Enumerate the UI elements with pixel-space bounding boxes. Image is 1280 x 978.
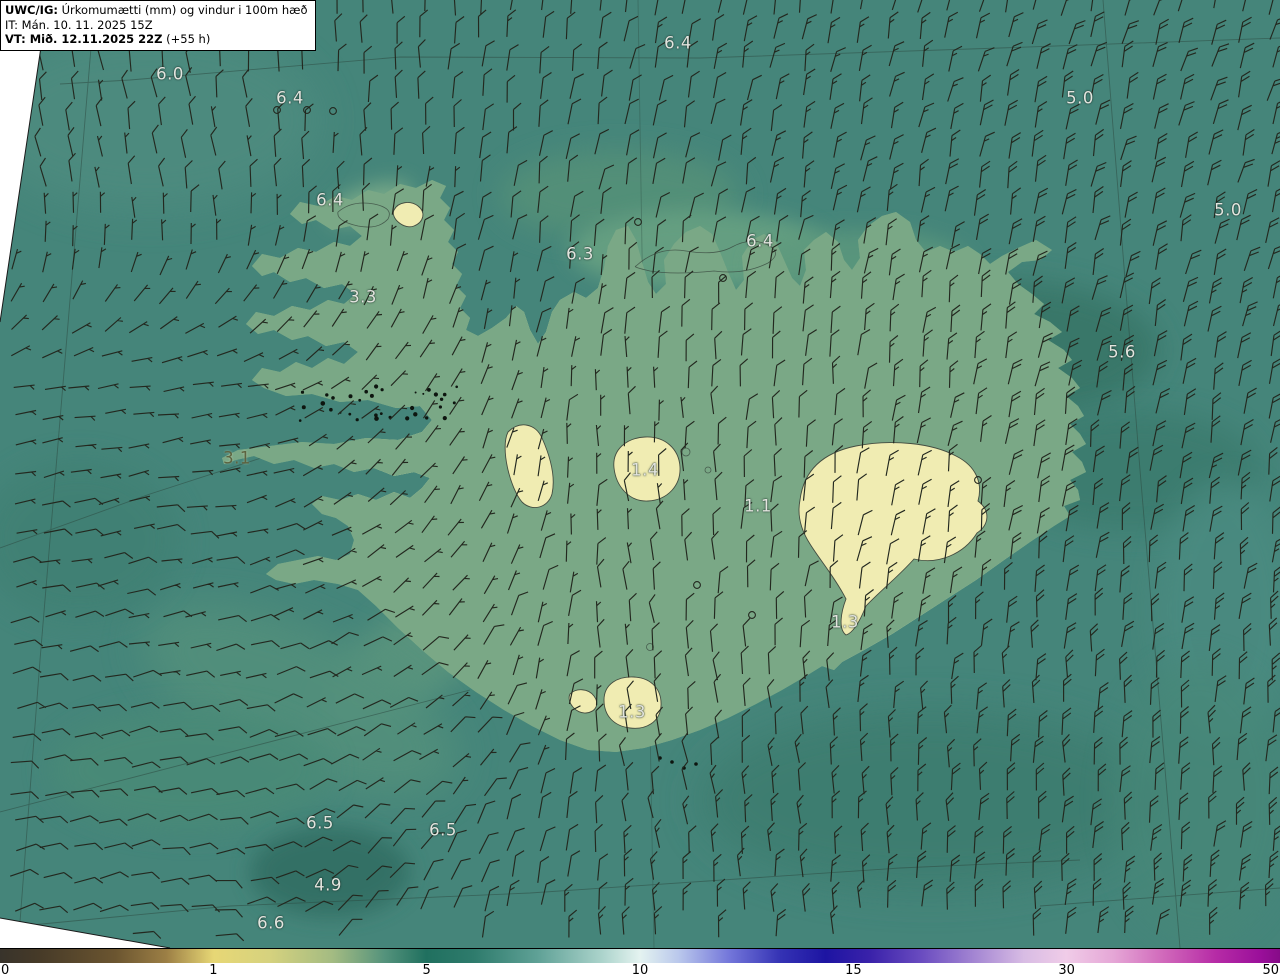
title-line-1: UWC/IG: Úrkomumætti (mm) og vindur i 100… [5, 3, 308, 17]
colorbar-tick-label: 10 [631, 963, 649, 978]
colorbar-tick-label: 30 [1058, 963, 1075, 978]
title-line-3: VT: Mið. 12.11.2025 22Z (+55 h) [5, 32, 211, 47]
colorbar-tick-label: 0 [1, 963, 10, 978]
colorbar-tick-label: 5 [422, 963, 431, 978]
colorbar-tick-label: 1 [209, 963, 218, 978]
map-canvas [0, 0, 1280, 948]
colorbar-tick-label: 50 [1262, 963, 1279, 978]
forecast-title-box: UWC/IG: Úrkomumætti (mm) og vindur i 100… [0, 0, 316, 52]
precipitation-colorbar [0, 948, 1280, 963]
weather-map-screen: 6.0 6.4 6.4 5.0 5.0 6.4 6.3 6.4 3.3 5.6 3.1 1.4 1.1 1… [0, 0, 1280, 978]
title-line-2: IT: Mán. 10. 11. 2025 15Z [5, 17, 153, 32]
colorbar-tick-label: 15 [845, 963, 862, 978]
colorbar-tick-labels: 0 1 5 10 15 30 50 [0, 963, 1280, 978]
